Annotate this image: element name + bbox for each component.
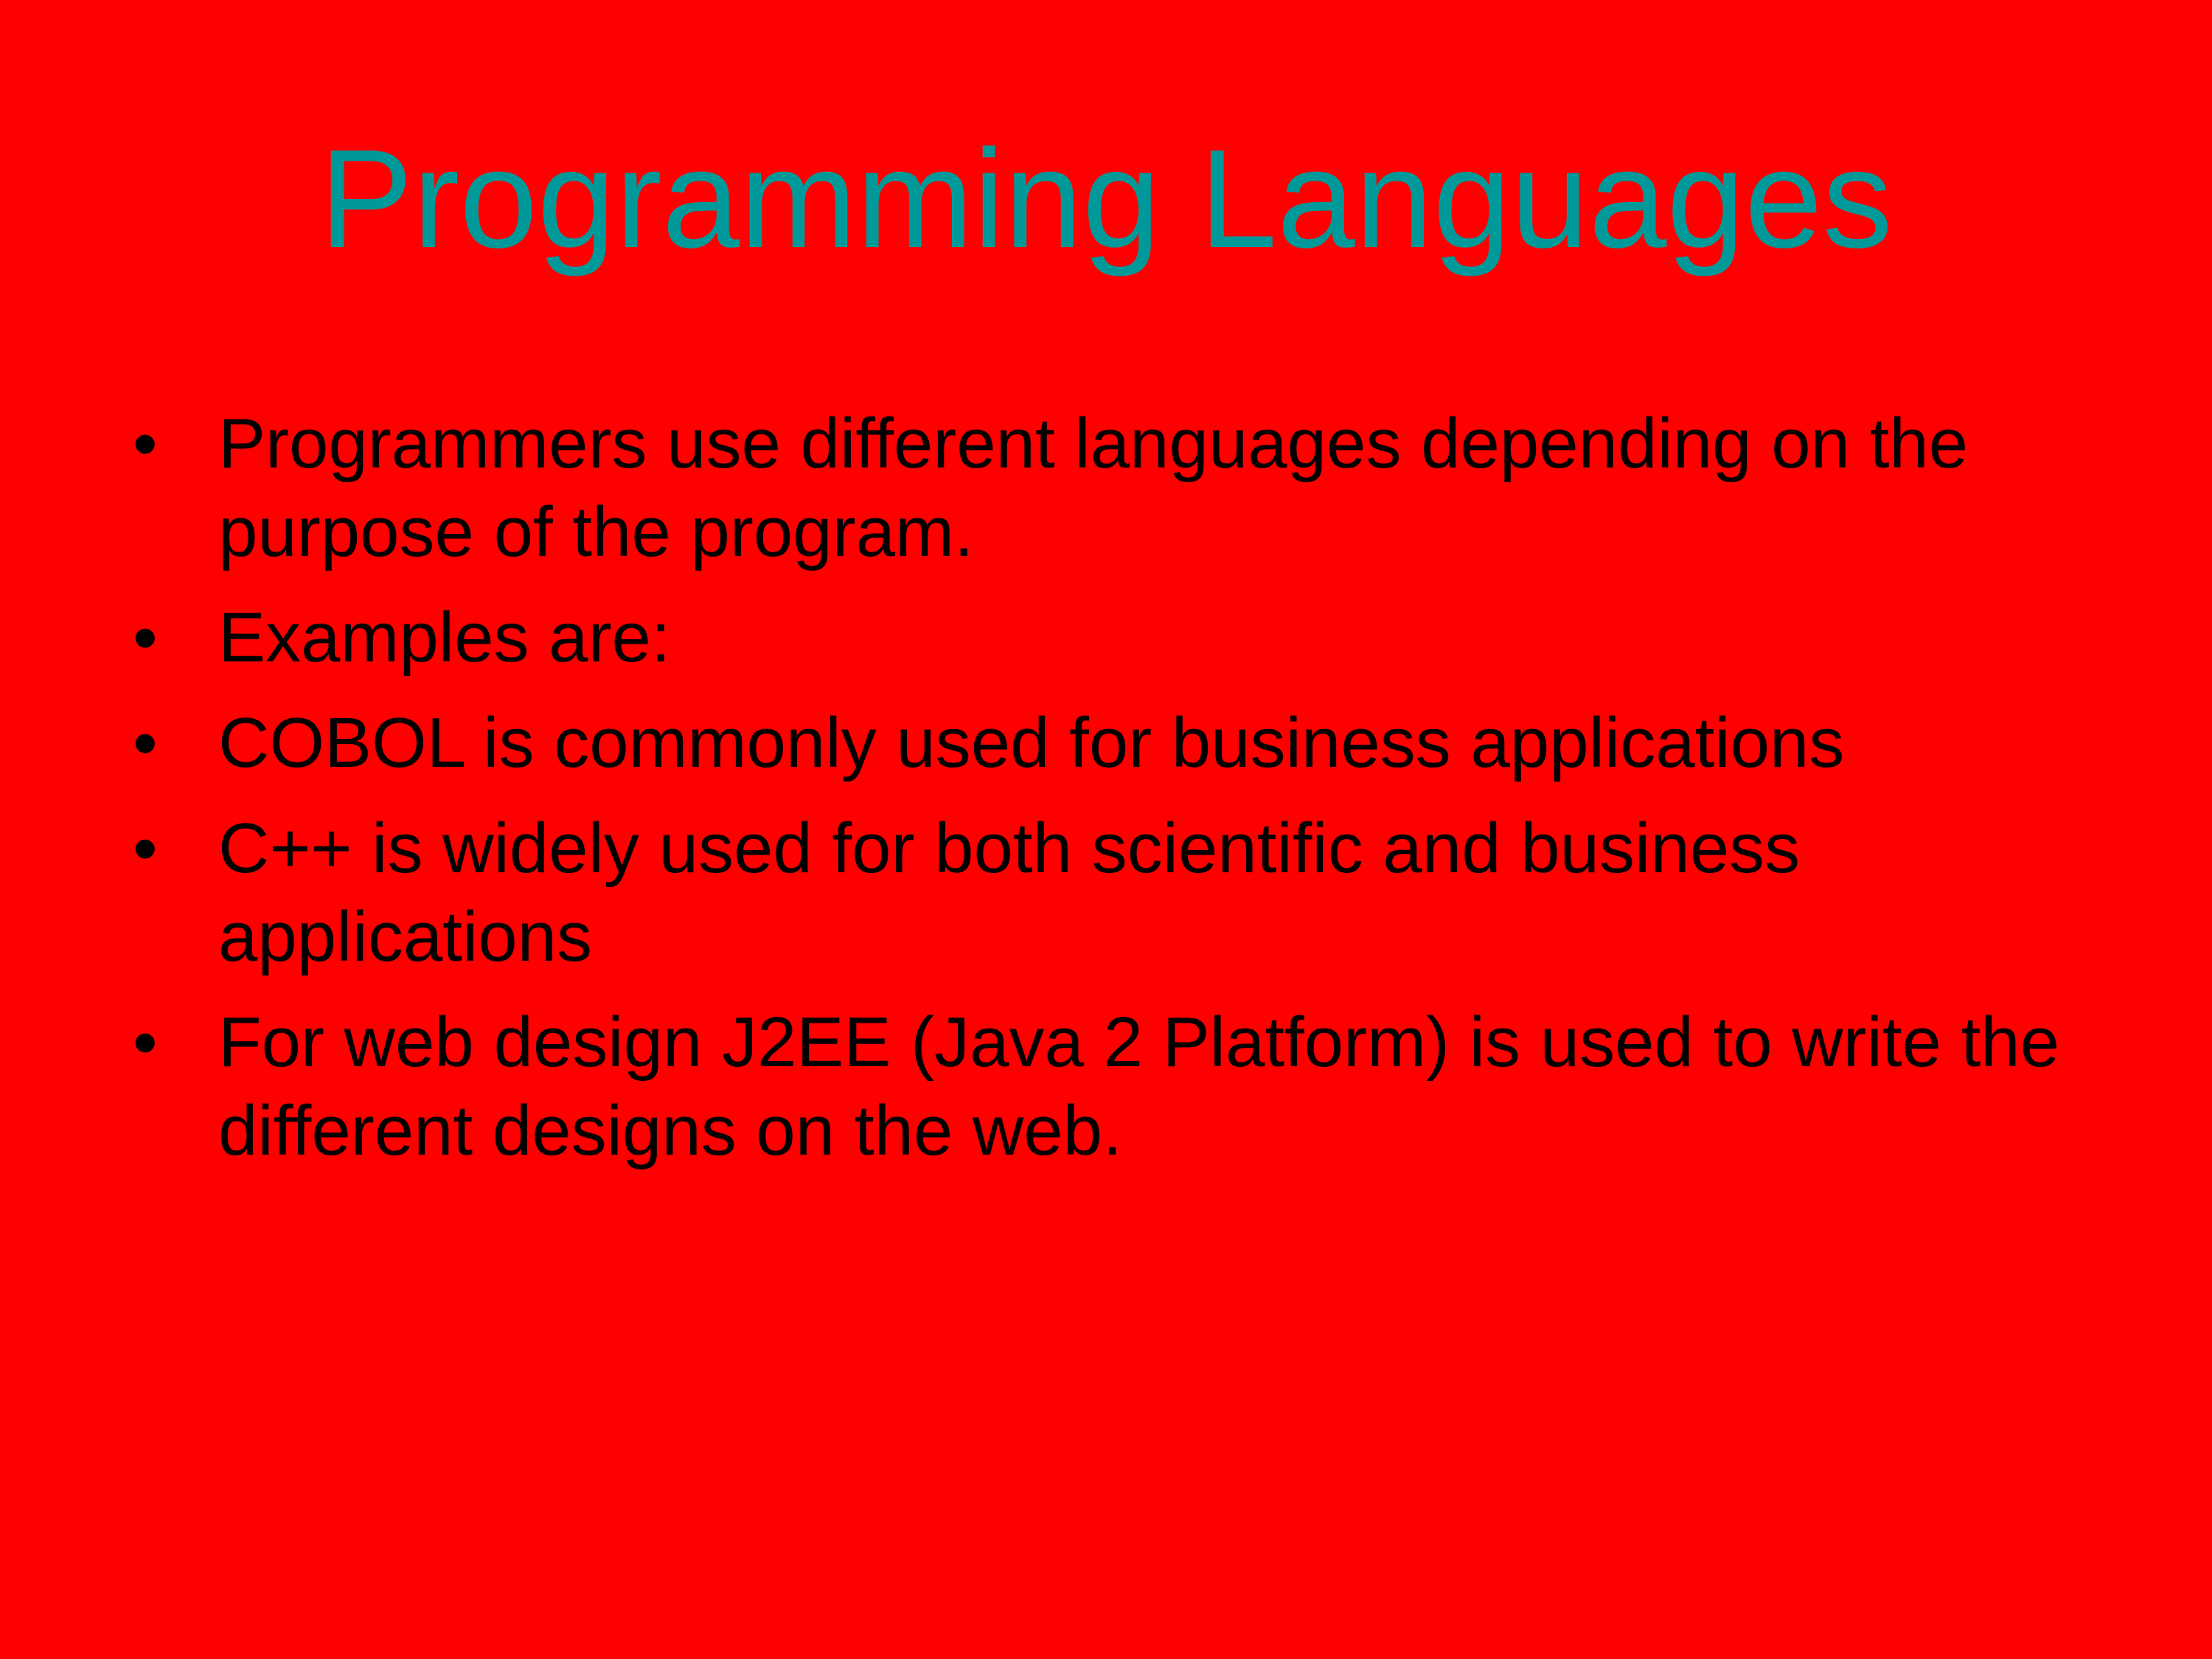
bullet-text: Programmers use different languages depe… <box>218 404 1969 571</box>
bullet-icon: • <box>133 1003 158 1082</box>
bullet-list: • Programmers use different languages dep… <box>133 400 2079 1192</box>
bullet-item: • Programmers use different languages dep… <box>133 400 2062 577</box>
bullet-text: C++ is widely used for both scientific a… <box>218 809 1801 976</box>
bullet-item: • For web design J2EE (Java 2 Platform) i… <box>133 998 2062 1175</box>
bullet-item: • COBOL is commonly used for business app… <box>133 699 2062 787</box>
bullet-icon: • <box>133 703 158 782</box>
bullet-item: • Examples are: <box>133 594 2062 682</box>
bullet-text: Examples are: <box>218 598 671 677</box>
bullet-text: COBOL is commonly used for business appl… <box>218 703 1845 782</box>
bullet-icon: • <box>133 809 158 888</box>
bullet-icon: • <box>133 598 158 677</box>
bullet-icon: • <box>133 404 158 483</box>
bullet-text: For web design J2EE (Java 2 Platform) is… <box>218 1003 2060 1170</box>
bullet-item: • C++ is widely used for both scientific … <box>133 804 2062 981</box>
slide-title: Programming Languages <box>319 121 1893 277</box>
